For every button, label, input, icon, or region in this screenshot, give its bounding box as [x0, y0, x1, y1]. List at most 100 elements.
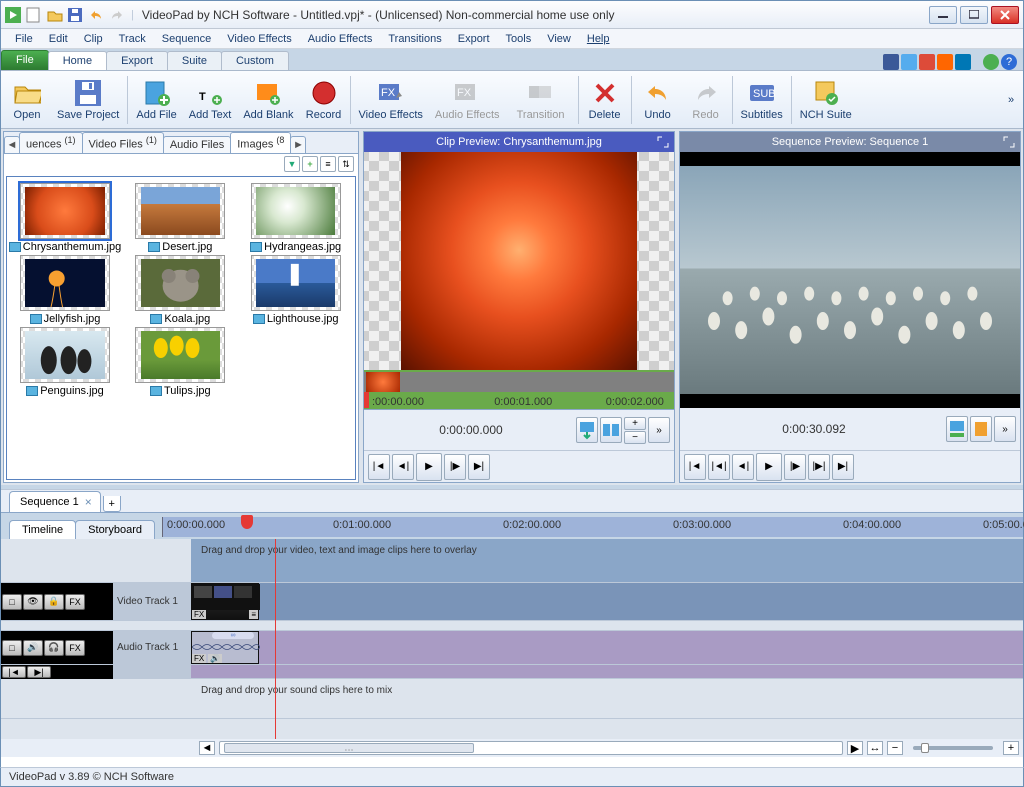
qat-new-icon[interactable] — [26, 6, 44, 24]
custom-tab[interactable]: Custom — [221, 51, 289, 70]
bin-tab-right-icon[interactable]: ► — [290, 136, 306, 153]
clip-preview-viewport[interactable] — [364, 152, 674, 370]
add-blank-button[interactable]: Add Blank — [237, 73, 299, 127]
track-fx-icon[interactable]: FX — [65, 594, 85, 610]
menu-edit[interactable]: Edit — [41, 31, 76, 47]
zoom-in-button[interactable]: + — [1003, 741, 1019, 755]
seq-end-button[interactable]: ▶| — [832, 454, 854, 480]
audio-clip[interactable]: ∞ FX 🔊 — [191, 631, 259, 664]
menu-track[interactable]: Track — [111, 31, 154, 47]
menu-help[interactable]: Help — [579, 31, 618, 47]
minimize-button[interactable] — [929, 6, 957, 24]
clip-filmstrip[interactable] — [364, 370, 674, 394]
scroll-right-icon[interactable]: ▶ — [847, 741, 863, 755]
clip-time-ruler[interactable]: :00:00.0000:00:01.0000:00:02.000 — [364, 394, 674, 410]
nch-suite-button[interactable]: NCH Suite — [794, 73, 858, 127]
clip-more-button[interactable]: » — [648, 417, 670, 443]
subtitles-button[interactable]: SUBSubtitles — [735, 73, 789, 127]
mix-track[interactable]: Drag and drop your sound clips here to m… — [191, 679, 1023, 718]
timeline-ruler[interactable]: 0:00:00.000 0:01:00.000 0:02:00.000 0:03… — [162, 517, 1023, 537]
thumb-hydrangeas[interactable]: Hydrangeas.jpg — [240, 183, 352, 253]
track-solo-icon[interactable]: 🎧 — [44, 640, 64, 656]
track-collapse-icon[interactable]: ▶| — [27, 666, 51, 678]
help-icon[interactable]: ? — [1001, 54, 1017, 70]
thumb-lighthouse[interactable]: Lighthouse.jpg — [240, 255, 352, 325]
track-view-icon[interactable]: □ — [2, 640, 22, 656]
seq-next-clip-button[interactable]: |▶| — [808, 454, 830, 480]
seq-more-button[interactable]: » — [994, 416, 1016, 442]
clip-place-button[interactable] — [576, 417, 598, 443]
video-clip[interactable]: FX ≡ — [191, 583, 259, 620]
expand-icon[interactable] — [1002, 135, 1016, 149]
home-tab[interactable]: Home — [48, 51, 107, 70]
scroll-left-icon[interactable]: ◄ — [199, 741, 215, 755]
transition-button[interactable]: Transition — [506, 73, 576, 127]
clip-play-button[interactable]: ▶ — [416, 453, 442, 481]
delete-button[interactable]: Delete — [581, 73, 629, 127]
track-lock-icon[interactable]: 🔒 — [44, 594, 64, 610]
menu-view[interactable]: View — [539, 31, 579, 47]
audio-track-label[interactable]: Audio Track 1 — [113, 631, 191, 664]
record-button[interactable]: Record — [300, 73, 348, 127]
add-file-button[interactable]: Add File — [130, 73, 182, 127]
save-project-button[interactable]: Save Project — [51, 73, 125, 127]
suite-tab[interactable]: Suite — [167, 51, 222, 70]
close-button[interactable] — [991, 6, 1019, 24]
menu-tools[interactable]: Tools — [498, 31, 540, 47]
scroll-thumb[interactable]: ∙∙∙ — [224, 743, 474, 753]
info-icon[interactable] — [983, 54, 999, 70]
video-track-label[interactable]: Video Track 1 — [113, 583, 191, 620]
thumb-chrysanthemum[interactable]: Chrysanthemum.jpg — [9, 183, 121, 253]
sequence-preview-viewport[interactable] — [680, 152, 1020, 408]
seq-step-fwd-button[interactable]: |▶ — [784, 454, 806, 480]
add-sequence-button[interactable]: + — [103, 496, 121, 512]
menu-sequence[interactable]: Sequence — [154, 31, 220, 47]
qat-save-icon[interactable] — [68, 6, 86, 24]
toolbar-more-icon[interactable]: » — [1001, 73, 1021, 127]
thumb-tulips[interactable]: Tulips.jpg — [124, 327, 236, 397]
track-fx-icon[interactable]: FX — [65, 640, 85, 656]
menu-audio-effects[interactable]: Audio Effects — [300, 31, 381, 47]
bin-tab-audio-files[interactable]: Audio Files — [163, 136, 231, 153]
clip-next-button[interactable]: |▶ — [444, 454, 466, 480]
track-view-icon[interactable]: □ — [2, 594, 22, 610]
menu-video-effects[interactable]: Video Effects — [219, 31, 299, 47]
zoom-out-button[interactable]: − — [887, 741, 903, 755]
menu-clip[interactable]: Clip — [76, 31, 111, 47]
twitter-icon[interactable] — [901, 54, 917, 70]
add-text-button[interactable]: TAdd Text — [183, 73, 238, 127]
bin-dropdown-icon[interactable]: ▼ — [284, 156, 300, 172]
gplus-icon[interactable] — [919, 54, 935, 70]
file-tab[interactable]: File — [1, 50, 49, 70]
clip-minus-button[interactable]: − — [624, 431, 646, 444]
qat-redo-icon[interactable] — [110, 6, 128, 24]
video-effects-button[interactable]: FXVideo Effects — [353, 73, 429, 127]
seq-export-button[interactable] — [946, 416, 968, 442]
open-button[interactable]: Open — [3, 73, 51, 127]
storyboard-view-tab[interactable]: Storyboard — [75, 520, 155, 539]
share-icon[interactable] — [937, 54, 953, 70]
video-track-content[interactable]: FX ≡ — [191, 583, 1023, 620]
zoom-slider[interactable] — [913, 746, 993, 750]
thumb-penguins[interactable]: Penguins.jpg — [9, 327, 121, 397]
menu-transitions[interactable]: Transitions — [380, 31, 449, 47]
clip-split-button[interactable] — [600, 417, 622, 443]
bin-tab-sequences[interactable]: uences (1) — [19, 132, 83, 153]
bin-sort-icon[interactable]: ⇅ — [338, 156, 354, 172]
bin-tab-images[interactable]: Images (8 — [230, 132, 291, 153]
audio-effects-button[interactable]: FXAudio Effects — [429, 73, 506, 127]
audio-track-content[interactable]: ∞ FX 🔊 — [191, 631, 1023, 664]
zoom-fit-button[interactable]: ↔ — [867, 741, 883, 755]
scroll-track[interactable]: ∙∙∙ — [219, 741, 843, 755]
menu-export[interactable]: Export — [450, 31, 498, 47]
bin-add-icon[interactable]: + — [302, 156, 318, 172]
thumb-koala[interactable]: Koala.jpg — [124, 255, 236, 325]
clip-fx-label[interactable]: FX — [192, 610, 206, 619]
seq-start-button[interactable]: |◄ — [684, 454, 706, 480]
app-icon[interactable] — [5, 6, 23, 24]
thumb-desert[interactable]: Desert.jpg — [124, 183, 236, 253]
track-speaker-icon[interactable]: 🔊 — [23, 640, 43, 656]
seq-step-back-button[interactable]: ◄| — [732, 454, 754, 480]
bin-list-icon[interactable]: ≡ — [320, 156, 336, 172]
menu-file[interactable]: File — [7, 31, 41, 47]
